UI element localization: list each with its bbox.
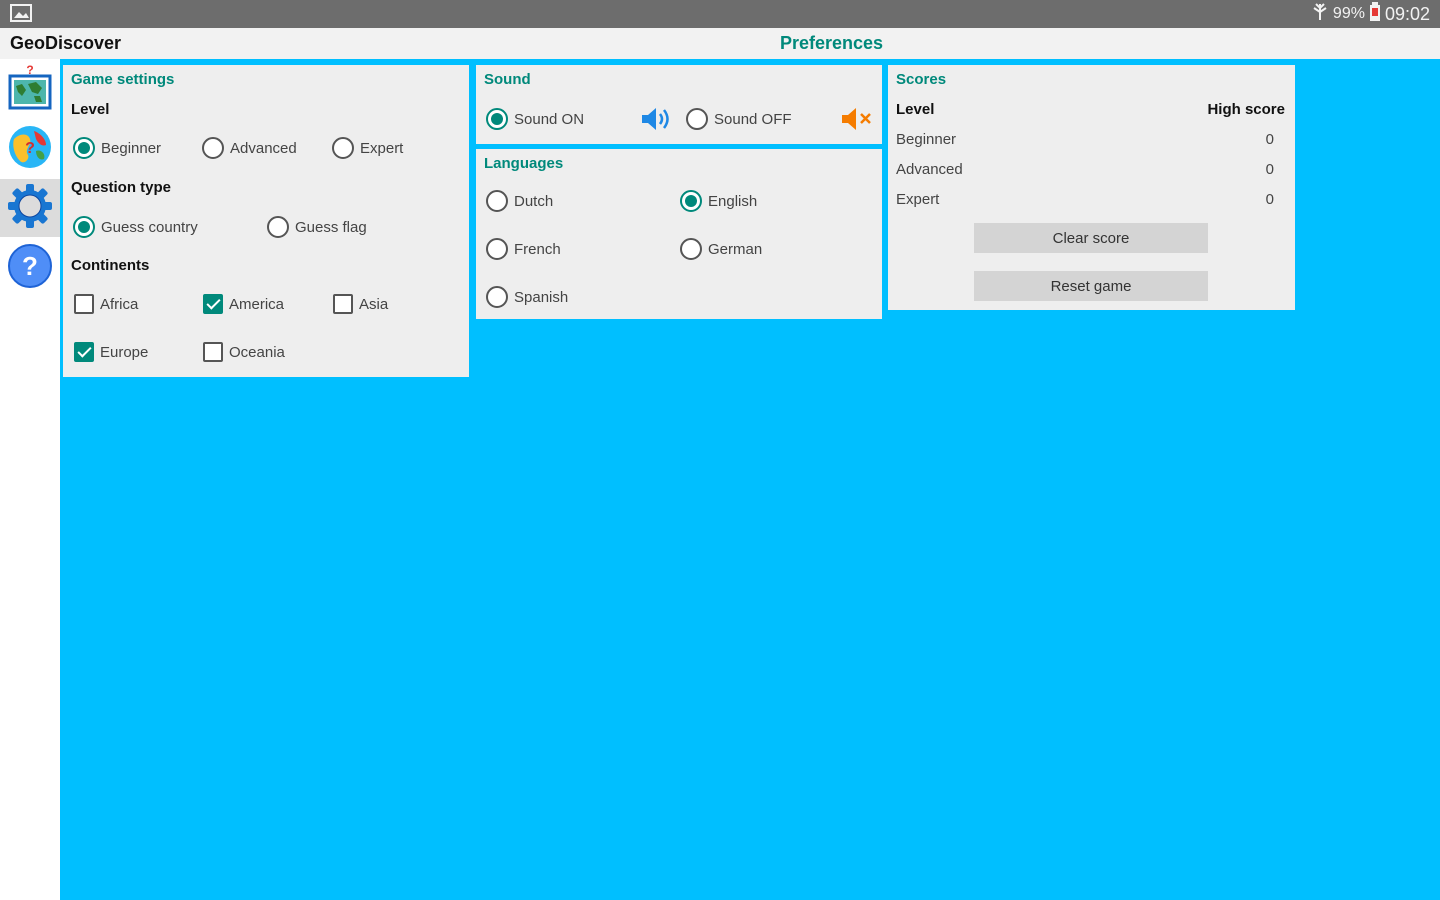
sound-off-label: Sound OFF — [714, 110, 792, 128]
sound-on-radio[interactable] — [486, 108, 508, 130]
sidebar: ? ? ? — [0, 59, 60, 900]
english-label: English — [708, 192, 758, 210]
level-label: Level — [71, 101, 110, 118]
german-label: German — [708, 240, 763, 258]
asia-label: Asia — [359, 295, 389, 313]
america-label: America — [229, 295, 285, 313]
sound-panel: Sound Sound ON Sound OFF — [476, 65, 882, 144]
page-title: Preferences — [780, 33, 884, 53]
europe-label: Europe — [100, 343, 149, 361]
score-level: Expert — [896, 191, 940, 208]
english-radio[interactable] — [680, 190, 702, 212]
question-guess-flag-option[interactable]: Guess flag — [267, 216, 367, 238]
spanish-label: Spanish — [514, 288, 569, 306]
svg-text:?: ? — [26, 63, 33, 77]
world-map-icon: ? — [6, 62, 54, 117]
help-icon: ? — [6, 242, 54, 295]
level-advanced-radio[interactable] — [202, 137, 224, 159]
sidebar-item-help[interactable]: ? — [0, 239, 60, 297]
continent-africa-option[interactable]: Africa — [74, 294, 138, 314]
continent-america-option[interactable]: America — [203, 294, 284, 314]
asia-checkbox[interactable] — [333, 294, 353, 314]
speaker-on-icon — [640, 105, 674, 138]
score-level: Advanced — [896, 161, 963, 178]
level-beginner-option[interactable]: Beginner — [73, 137, 161, 159]
language-dutch-option[interactable]: Dutch — [486, 190, 553, 212]
guess-flag-radio[interactable] — [267, 216, 289, 238]
oceania-checkbox[interactable] — [203, 342, 223, 362]
score-row-expert: Expert 0 — [896, 191, 1284, 208]
level-beginner-label: Beginner — [101, 139, 162, 157]
content-area: Game settings Level Beginner Advanced Ex… — [60, 59, 1440, 900]
game-settings-panel: Game settings Level Beginner Advanced Ex… — [63, 65, 469, 377]
language-spanish-option[interactable]: Spanish — [486, 286, 568, 308]
reset-game-button[interactable]: Reset game — [974, 271, 1208, 301]
score-value: 0 — [1265, 191, 1274, 208]
app-title: GeoDiscover — [10, 33, 122, 53]
languages-title: Languages — [484, 155, 564, 172]
signal-icon — [1311, 2, 1329, 27]
level-beginner-radio[interactable] — [73, 137, 95, 159]
oceania-label: Oceania — [229, 343, 285, 361]
gear-icon — [6, 182, 54, 235]
french-radio[interactable] — [486, 238, 508, 260]
sound-title: Sound — [484, 71, 531, 88]
score-value: 0 — [1265, 161, 1274, 178]
sidebar-item-map[interactable]: ? — [0, 60, 60, 118]
scores-level-header: Level — [896, 101, 935, 118]
continent-oceania-option[interactable]: Oceania — [203, 342, 285, 362]
scores-panel: Scores Level High score Beginner 0 Advan… — [888, 65, 1295, 310]
language-german-option[interactable]: German — [680, 238, 762, 260]
score-row-beginner: Beginner 0 — [896, 131, 1284, 148]
speaker-mute-icon — [840, 105, 874, 138]
sound-on-label: Sound ON — [514, 110, 585, 128]
america-checkbox[interactable] — [203, 294, 223, 314]
svg-text:?: ? — [22, 251, 38, 281]
sidebar-item-settings[interactable] — [0, 179, 60, 237]
score-row-advanced: Advanced 0 — [896, 161, 1284, 178]
africa-checkbox[interactable] — [74, 294, 94, 314]
clock: 09:02 — [1384, 3, 1430, 24]
score-value: 0 — [1265, 131, 1274, 148]
title-bar: GeoDiscover Preferences — [0, 28, 1440, 59]
continent-asia-option[interactable]: Asia — [333, 294, 388, 314]
language-english-option[interactable]: English — [680, 190, 757, 212]
score-level: Beginner — [896, 131, 957, 148]
spanish-radio[interactable] — [486, 286, 508, 308]
language-french-option[interactable]: French — [486, 238, 561, 260]
image-icon — [10, 4, 32, 27]
sound-off-option[interactable]: Sound OFF — [686, 108, 792, 130]
question-type-label: Question type — [71, 179, 172, 196]
german-radio[interactable] — [680, 238, 702, 260]
dutch-label: Dutch — [514, 192, 554, 210]
status-bar: 99% 09:02 — [0, 0, 1440, 28]
svg-text:?: ? — [25, 140, 35, 157]
scores-title: Scores — [896, 71, 947, 88]
level-expert-label: Expert — [360, 139, 404, 157]
guess-flag-label: Guess flag — [295, 218, 367, 236]
game-settings-title: Game settings — [71, 71, 175, 88]
sound-on-option[interactable]: Sound ON — [486, 108, 584, 130]
globe-icon: ? — [6, 123, 54, 176]
battery-icon — [1369, 1, 1381, 27]
scores-high-score-header: High score — [1207, 101, 1285, 118]
question-guess-country-option[interactable]: Guess country — [73, 216, 198, 238]
level-advanced-option[interactable]: Advanced — [202, 137, 297, 159]
level-advanced-label: Advanced — [230, 139, 297, 157]
battery-percent: 99% — [1332, 5, 1365, 22]
level-expert-option[interactable]: Expert — [332, 137, 403, 159]
french-label: French — [514, 240, 561, 258]
clear-score-button[interactable]: Clear score — [974, 223, 1208, 253]
level-expert-radio[interactable] — [332, 137, 354, 159]
africa-label: Africa — [100, 295, 139, 313]
guess-country-label: Guess country — [101, 218, 198, 236]
languages-panel: Languages Dutch English French German Sp… — [476, 149, 882, 319]
europe-checkbox[interactable] — [74, 342, 94, 362]
continent-europe-option[interactable]: Europe — [74, 342, 148, 362]
sound-off-radio[interactable] — [686, 108, 708, 130]
guess-country-radio[interactable] — [73, 216, 95, 238]
sidebar-item-globe[interactable]: ? — [0, 120, 60, 178]
dutch-radio[interactable] — [486, 190, 508, 212]
continents-label: Continents — [71, 257, 150, 274]
